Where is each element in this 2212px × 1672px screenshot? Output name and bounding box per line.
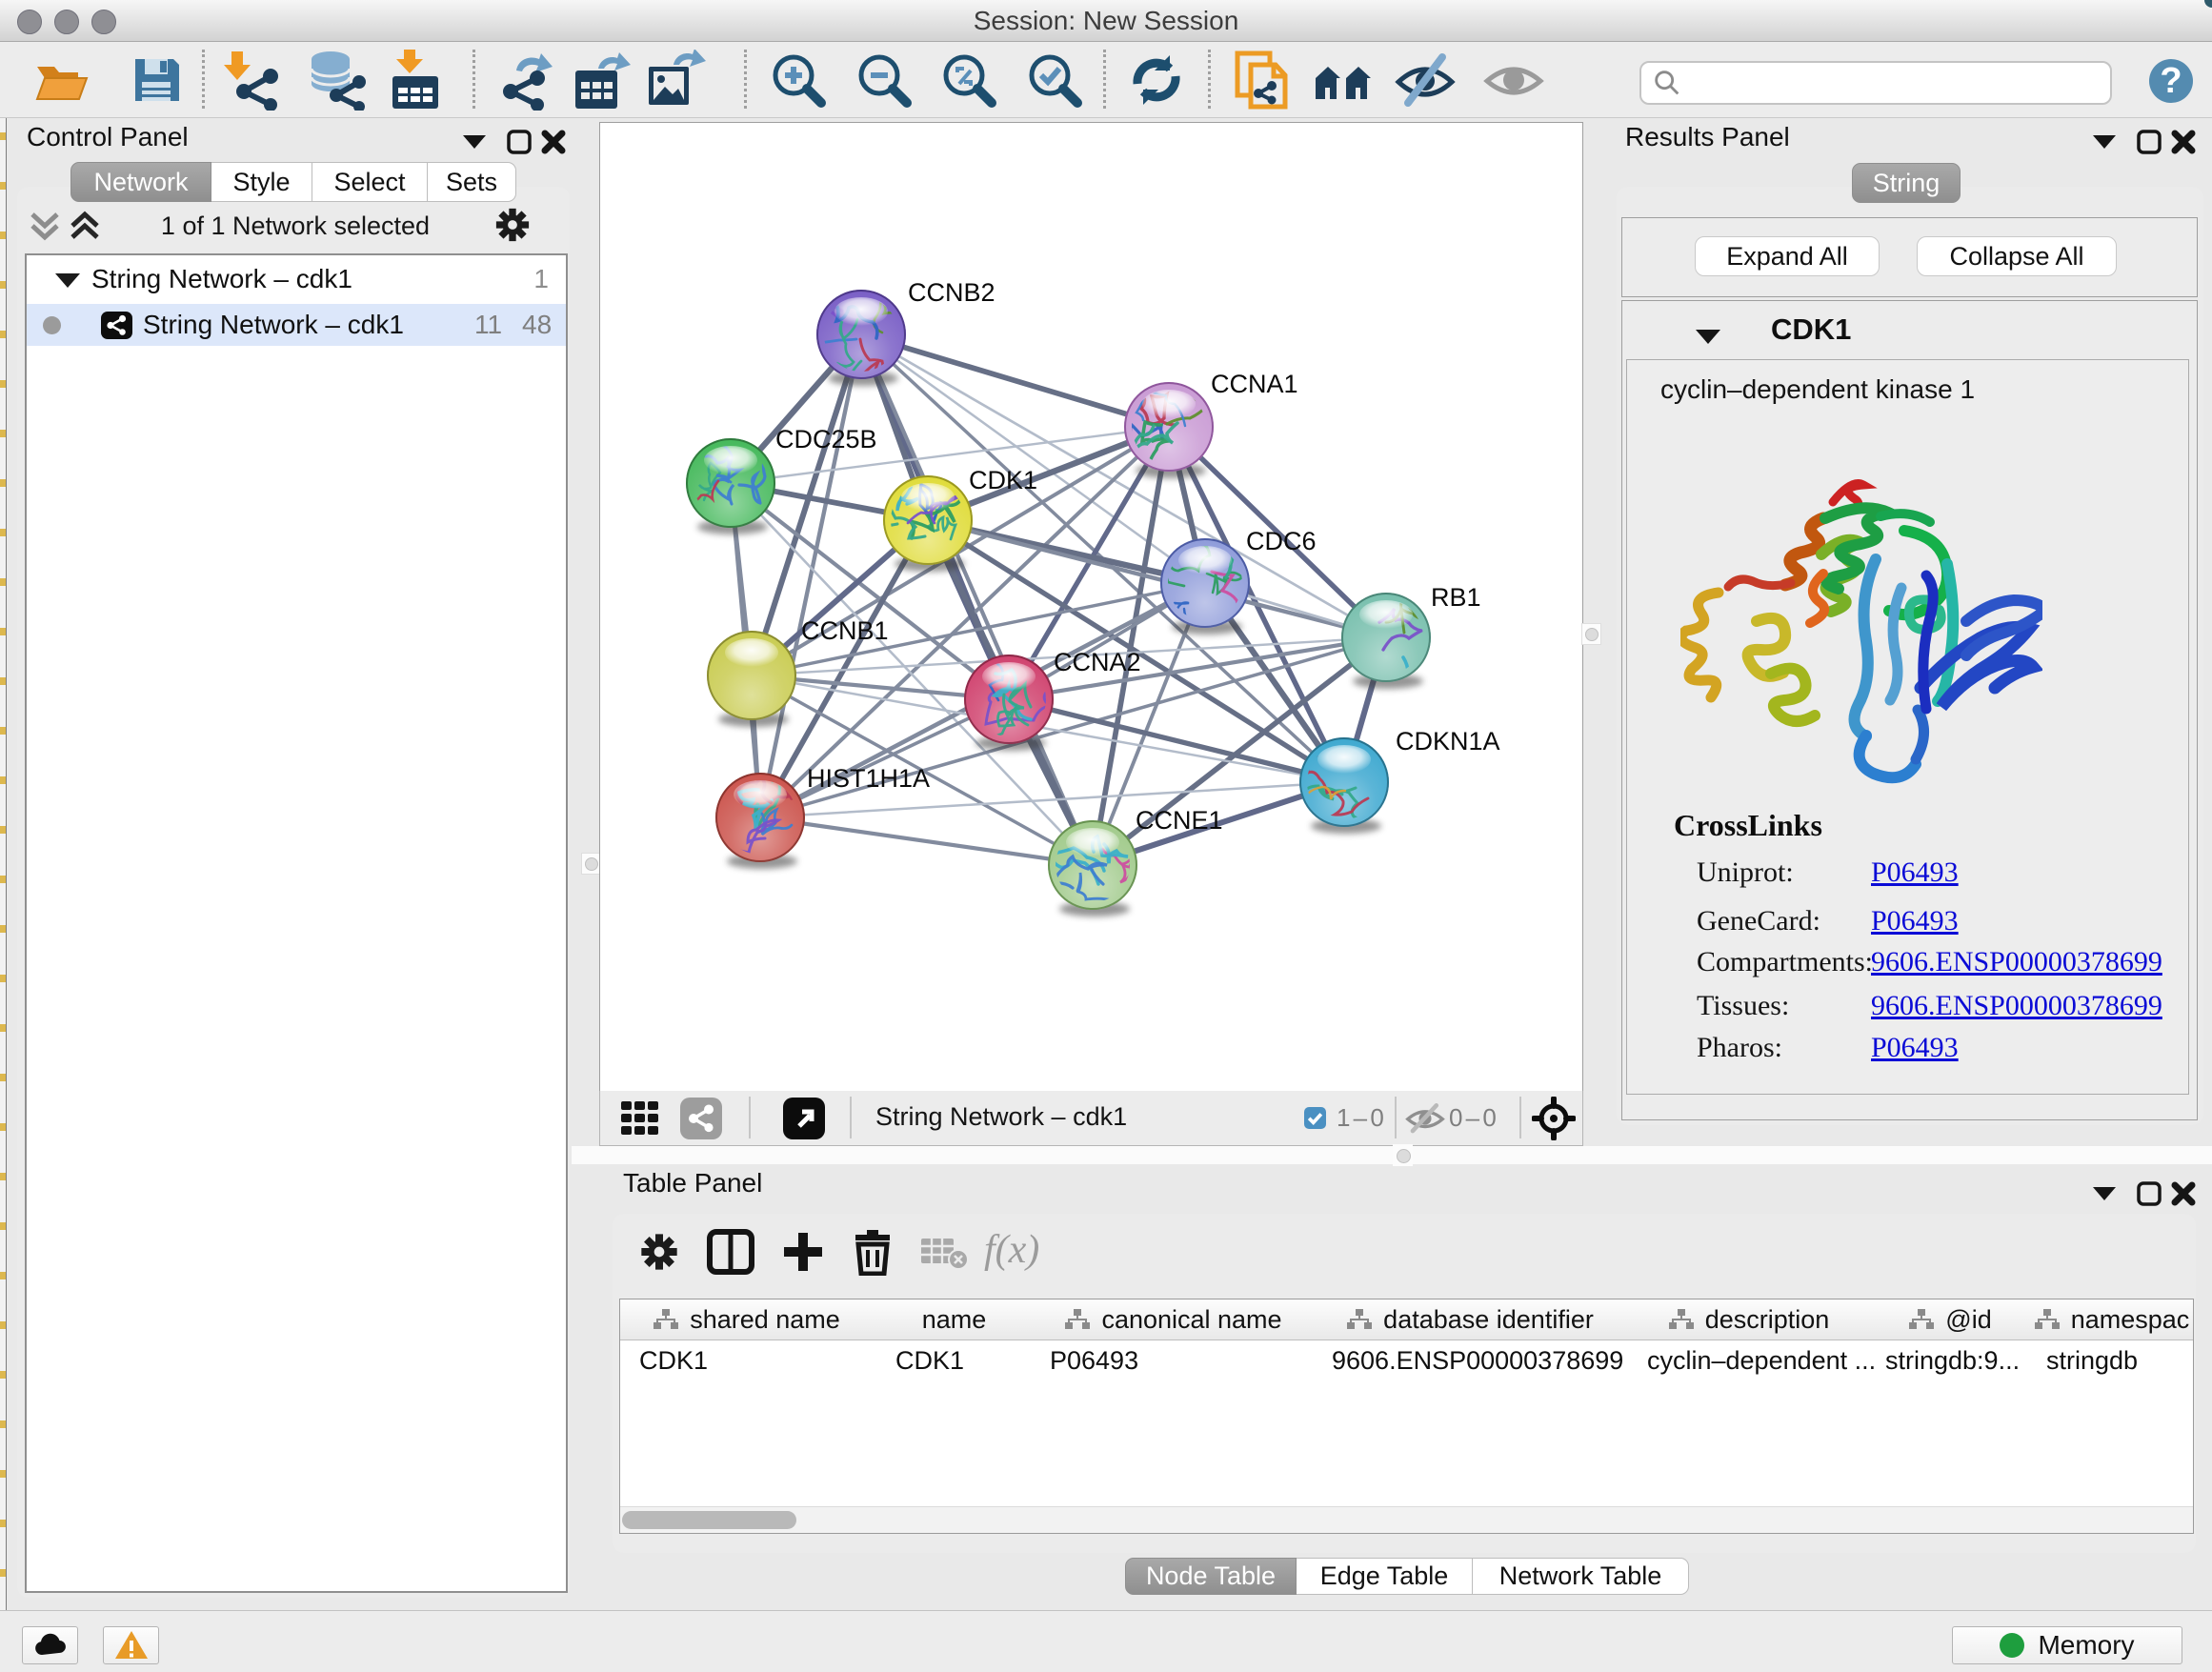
svg-text:CDK1: CDK1 [969, 466, 1037, 494]
svg-text:CDKN1A: CDKN1A [1396, 727, 1500, 755]
svg-text:CDC25B: CDC25B [775, 425, 877, 453]
svg-text:CCNB1: CCNB1 [801, 616, 889, 645]
svg-text:CCNA1: CCNA1 [1211, 370, 1298, 398]
svg-text:CDC6: CDC6 [1246, 527, 1317, 555]
svg-text:CCNB2: CCNB2 [908, 278, 995, 307]
svg-text:RB1: RB1 [1431, 583, 1481, 612]
svg-text:CCNA2: CCNA2 [1054, 648, 1141, 676]
svg-text:HIST1H1A: HIST1H1A [807, 764, 930, 793]
svg-text:CCNE1: CCNE1 [1136, 806, 1223, 835]
